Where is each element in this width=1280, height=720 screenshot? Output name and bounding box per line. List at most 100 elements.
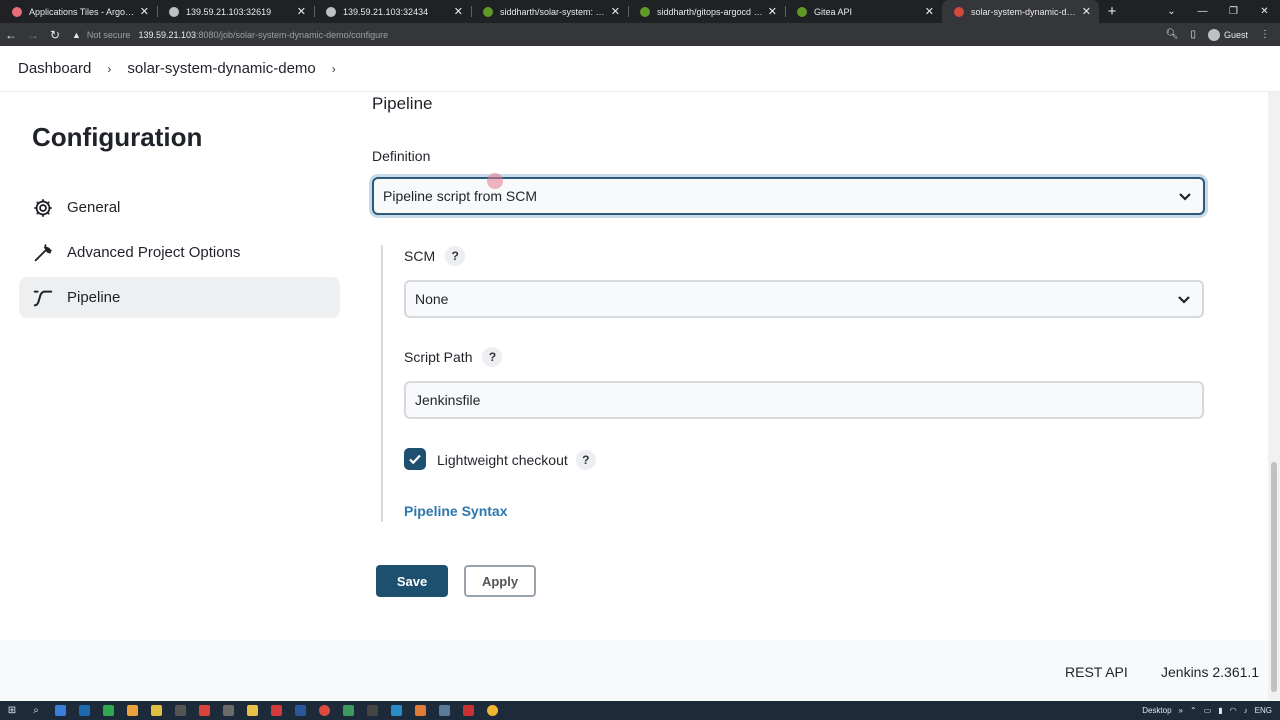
close-icon[interactable]: ✕: [297, 5, 306, 18]
lightweight-checkout-checkbox[interactable]: [404, 448, 426, 470]
tab-title: Applications Tiles - Argo CD: [29, 6, 135, 17]
zoom-icon[interactable]: 🔍︎: [1166, 29, 1179, 40]
windows-start-icon[interactable]: ⊞: [0, 701, 24, 720]
app-icon[interactable]: [168, 701, 192, 720]
gitea-favicon-icon: [797, 6, 807, 17]
profile-label: Guest: [1223, 29, 1248, 40]
close-icon[interactable]: ✕: [768, 5, 777, 18]
app-icon[interactable]: [432, 701, 456, 720]
app-icon[interactable]: [192, 701, 216, 720]
close-icon[interactable]: ✕: [140, 5, 149, 18]
url-field[interactable]: ▲ Not secure 139.59.21.103 :8080/job/sol…: [72, 30, 388, 40]
lightweight-checkout-text[interactable]: Lightweight checkout: [437, 452, 568, 468]
url-path: :8080/job/solar-system-dynamic-demo/conf…: [196, 29, 389, 40]
wifi-icon[interactable]: ◠: [1230, 706, 1237, 715]
browser-tab-32434[interactable]: 139.59.21.103:32434 ✕: [314, 0, 471, 23]
browser-tab-32619[interactable]: 139.59.21.103:32619 ✕: [157, 0, 314, 23]
sidebar-item-label: General: [67, 199, 121, 216]
window-close-icon[interactable]: ✕: [1249, 6, 1280, 17]
close-icon[interactable]: ✕: [454, 5, 463, 18]
browser-tab-jenkins-active[interactable]: solar-system-dynamic-demo Co ✕: [942, 0, 1099, 23]
scm-select[interactable]: None: [404, 280, 1204, 318]
sidebar-item-general[interactable]: General: [19, 187, 340, 228]
tab-title: Gitea API: [814, 6, 853, 17]
sidebar-item-advanced-project-options[interactable]: Advanced Project Options: [19, 232, 340, 273]
app-icon[interactable]: [48, 701, 72, 720]
new-tab-button[interactable]: +: [1101, 3, 1123, 20]
sidebar-toggle-icon[interactable]: ▯: [1190, 29, 1196, 40]
scm-value: None: [415, 291, 449, 307]
close-icon[interactable]: ✕: [1082, 5, 1091, 18]
close-icon[interactable]: ✕: [611, 5, 620, 18]
warning-icon[interactable]: ▲: [72, 30, 81, 40]
script-path-input[interactable]: Jenkinsfile: [404, 381, 1204, 419]
sidebar-item-pipeline[interactable]: Pipeline: [19, 277, 340, 318]
app-icon[interactable]: [384, 701, 408, 720]
app-icon[interactable]: [216, 701, 240, 720]
scrollbar-thumb[interactable]: [1271, 462, 1277, 692]
browser-tab-argocd[interactable]: Applications Tiles - Argo CD ✕: [0, 0, 157, 23]
reload-icon[interactable]: ↻: [44, 28, 66, 42]
network-icon[interactable]: ▭: [1204, 706, 1212, 715]
browser-tab-solar-system[interactable]: siddharth/solar-system: Simple I ✕: [471, 0, 628, 23]
window-controls: ⌄ — ❐ ✕: [1156, 0, 1280, 23]
search-icon[interactable]: ⌕: [24, 701, 48, 720]
apply-button[interactable]: Apply: [464, 565, 536, 597]
chrome-icon[interactable]: [480, 701, 504, 720]
back-icon[interactable]: ←: [0, 28, 22, 42]
menu-icon[interactable]: ⋮: [1260, 29, 1270, 40]
breadcrumb-job[interactable]: solar-system-dynamic-demo: [127, 60, 315, 77]
folder-icon[interactable]: [240, 701, 264, 720]
browser-tab-gitops-argocd[interactable]: siddharth/gitops-argocd - gitop ✕: [628, 0, 785, 23]
jenkins-version-link[interactable]: Jenkins 2.361.1: [1161, 664, 1259, 680]
tab-title: siddharth/solar-system: Simple I: [500, 6, 606, 17]
minimize-icon[interactable]: —: [1187, 6, 1218, 17]
forward-icon[interactable]: →: [22, 28, 44, 42]
app-icon[interactable]: [336, 701, 360, 720]
chevron-right-icon[interactable]: »: [1179, 706, 1183, 715]
sidebar-item-label: Advanced Project Options: [67, 244, 241, 261]
avatar: [1207, 28, 1220, 41]
tab-search-icon[interactable]: ⌄: [1156, 6, 1187, 17]
tab-title: siddharth/gitops-argocd - gitop: [657, 6, 763, 17]
app-icon[interactable]: [144, 701, 168, 720]
help-icon[interactable]: ?: [482, 347, 503, 367]
profile-button[interactable]: Guest: [1207, 28, 1248, 41]
jenkins-favicon-icon: [954, 6, 964, 17]
language-indicator[interactable]: ENG: [1255, 706, 1272, 715]
close-icon[interactable]: ✕: [925, 5, 934, 18]
scm-label-text: SCM: [404, 248, 436, 264]
sidebar-item-label: Pipeline: [67, 289, 121, 306]
chevron-down-icon: [1177, 188, 1193, 207]
word-icon[interactable]: [288, 701, 312, 720]
app-icon[interactable]: [456, 701, 480, 720]
app-icon[interactable]: [360, 701, 384, 720]
app-icon[interactable]: [120, 701, 144, 720]
page-scrollbar[interactable]: [1268, 92, 1280, 700]
app-icon[interactable]: [72, 701, 96, 720]
battery-icon[interactable]: ▮: [1218, 706, 1222, 715]
globe-icon: [326, 6, 336, 17]
browser-tab-gitea-api[interactable]: Gitea API ✕: [785, 0, 942, 23]
desktop-label[interactable]: Desktop: [1142, 706, 1171, 715]
checkmark-icon: [409, 454, 421, 465]
app-icon[interactable]: [264, 701, 288, 720]
pipeline-syntax-link[interactable]: Pipeline Syntax: [404, 503, 507, 519]
security-label: Not secure: [86, 29, 131, 40]
chevron-right-icon[interactable]: ›: [332, 62, 336, 76]
volume-icon[interactable]: ♪: [1244, 706, 1248, 715]
address-bar: ← → ↻ ▲ Not secure 139.59.21.103 :8080/j…: [0, 23, 1280, 46]
help-icon[interactable]: ?: [575, 450, 596, 470]
rest-api-link[interactable]: REST API: [1065, 664, 1128, 680]
app-icon[interactable]: [408, 701, 432, 720]
help-icon[interactable]: ?: [445, 246, 466, 266]
app-icon[interactable]: [96, 701, 120, 720]
save-button[interactable]: Save: [376, 565, 448, 597]
os-taskbar: ⊞ ⌕ Desktop » ⌃ ▭ ▮ ◠ ♪ ENG: [0, 701, 1280, 720]
tab-title: 139.59.21.103:32434: [343, 6, 429, 17]
maximize-icon[interactable]: ❐: [1218, 6, 1249, 17]
chrome-icon[interactable]: [312, 701, 336, 720]
breadcrumb-dashboard[interactable]: Dashboard: [18, 60, 91, 77]
chevron-up-icon[interactable]: ⌃: [1190, 706, 1197, 715]
gitea-favicon-icon: [483, 6, 493, 17]
